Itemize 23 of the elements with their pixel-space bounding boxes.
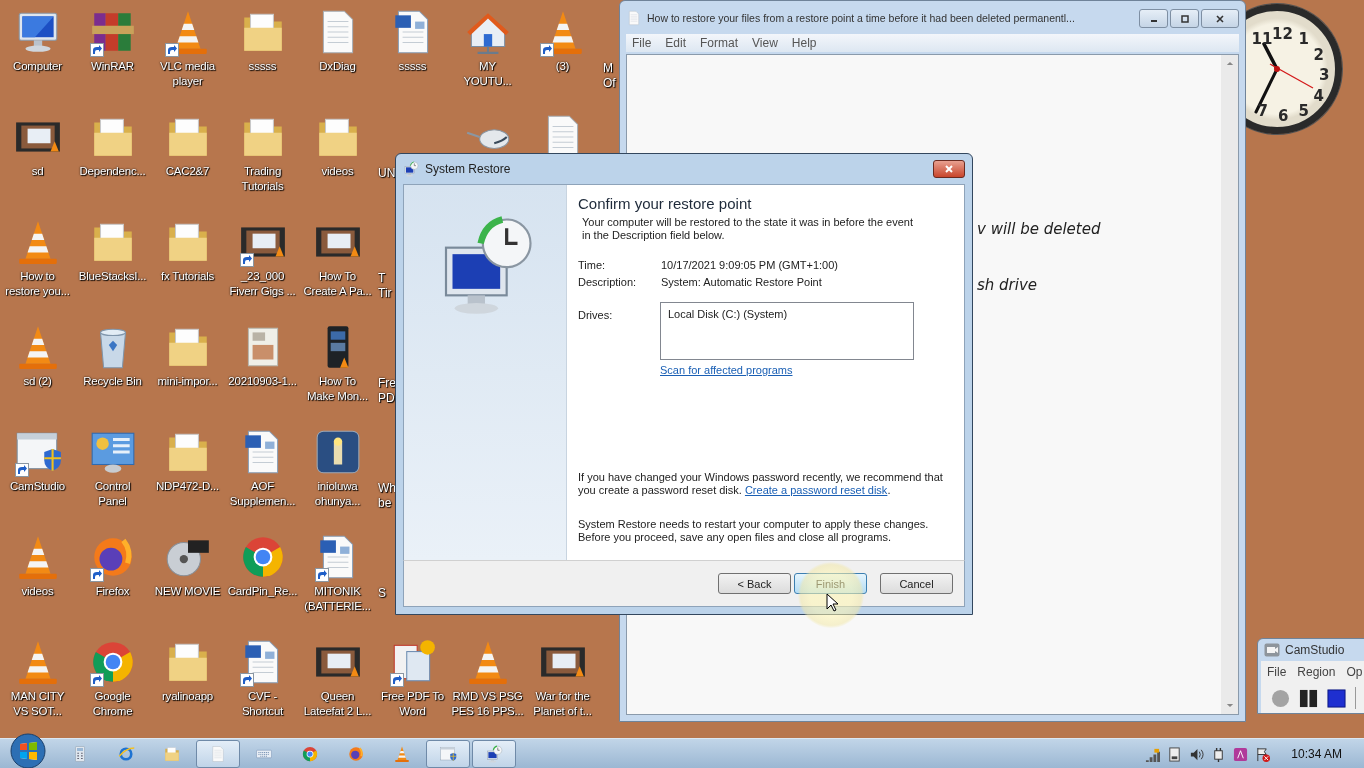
field-value: 10/17/2021 9:09:05 PM (GMT+1:00) <box>661 259 840 271</box>
text-line: v will be deleted <box>977 220 1101 238</box>
clock-numeral: 4 <box>1313 86 1324 105</box>
field-label: Description: <box>578 276 638 288</box>
clock-numeral: 7 <box>1257 101 1268 120</box>
field-label: Drives: <box>578 309 614 323</box>
clock-numeral: 11 <box>1251 30 1273 49</box>
window-title: System Restore <box>425 162 512 176</box>
clock-numeral: 5 <box>1298 101 1309 120</box>
clock-numeral: 6 <box>1278 106 1289 125</box>
field-label: Time: <box>578 259 607 271</box>
window-title: CamStudio <box>1285 643 1345 657</box>
field-value: System: Automatic Restore Point <box>661 276 823 288</box>
clock-numeral: 2 <box>1313 45 1324 64</box>
text-line: sh drive <box>977 276 1038 294</box>
window-title: How to restore your files from a restore point a time before it had been deleted permanentl... <box>647 11 1076 24</box>
clock-numeral: 1 <box>1298 30 1309 49</box>
password-note: If you have changed your Windows password recently, we recommend that you create a password reset disk. Create a password reset disk. <box>578 471 944 497</box>
intro-text: Your computer will be restored to the state it was in before the event in the Description field below. <box>581 216 914 242</box>
restart-note: System Restore needs to restart your computer to apply these changes. Before you proceed, save any open files and close all programs. <box>578 518 930 544</box>
clock-numeral: 12 <box>1272 24 1293 43</box>
dialog-heading: Confirm your restore point <box>578 195 753 212</box>
clock-numeral: 3 <box>1319 65 1330 84</box>
